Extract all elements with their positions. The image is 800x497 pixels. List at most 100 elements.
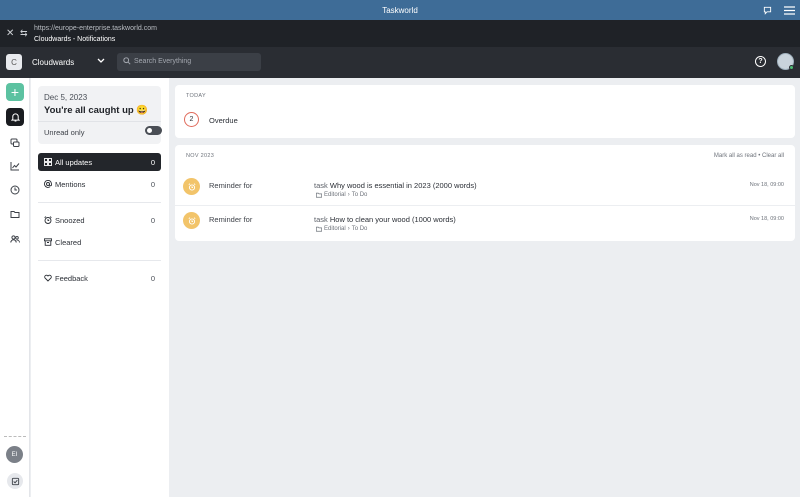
workspace-name[interactable]: Cloudwards — [32, 58, 74, 67]
nav-label: Snoozed — [55, 216, 85, 225]
page-title: Cloudwards - Notifications — [34, 36, 116, 43]
status-message: You're all caught up 😀 — [44, 105, 149, 116]
list-name: To Do — [351, 226, 368, 232]
search-placeholder: Search Everything — [134, 58, 192, 65]
menu-icon[interactable] — [782, 3, 796, 17]
nav-cleared[interactable]: Cleared — [38, 233, 161, 251]
project-name: Editorial — [324, 192, 346, 198]
help-icon[interactable]: ? — [755, 56, 766, 67]
task-path: Editorial › To Do — [316, 226, 367, 232]
nav-count: 0 — [150, 274, 155, 283]
search-input[interactable]: Search Everything — [117, 53, 261, 71]
chevron-right-icon: › — [347, 192, 350, 198]
list-name: To Do — [351, 192, 368, 198]
reminder-avatar — [183, 212, 200, 229]
nav-feedback[interactable]: Feedback 0 — [38, 269, 161, 287]
nav-mentions[interactable]: Mentions 0 — [38, 175, 161, 193]
nav-snoozed[interactable]: Snoozed 0 — [38, 211, 161, 229]
notifications-sidebar: Dec 5, 2023 You're all caught up 😀 Unrea… — [31, 78, 169, 497]
rail-divider — [4, 436, 26, 437]
user-avatar[interactable] — [777, 53, 794, 70]
notifications-button[interactable] — [6, 108, 24, 126]
notification-item[interactable]: Reminder for task How to clean your wood… — [175, 207, 795, 239]
app-header: C Cloudwards Search Everything ? — [0, 47, 800, 78]
left-rail: + EI — [0, 78, 30, 497]
people-button[interactable] — [6, 230, 24, 248]
task-title: How to clean your wood (1000 words) — [329, 215, 456, 224]
folder-icon — [316, 192, 322, 198]
analytics-button[interactable] — [6, 157, 24, 175]
notification-item[interactable]: Reminder for task Why wood is essential … — [175, 173, 795, 205]
workspace-badge[interactable]: C — [6, 54, 22, 70]
notification-type: Reminder for — [209, 181, 253, 190]
checklist-icon — [11, 477, 19, 485]
notification-time: Nov 18, 09:00 — [749, 216, 784, 222]
notification-task[interactable]: task How to clean your wood (1000 words) — [314, 215, 456, 224]
folder-icon — [10, 211, 20, 218]
reminder-avatar — [183, 178, 200, 195]
bell-icon — [10, 113, 20, 122]
chevron-down-icon[interactable] — [96, 55, 106, 67]
chart-line-icon — [10, 162, 20, 171]
overdue-label[interactable]: Overdue — [209, 116, 238, 125]
archive-icon — [44, 238, 52, 246]
url-bar: ✕ ⇆ https://europe-enterprise.taskworld.… — [0, 20, 800, 47]
nav-count: 0 — [150, 216, 155, 225]
chat-icon[interactable] — [760, 3, 774, 17]
mark-read-clear-actions[interactable]: Mark all as read • Clear all — [714, 153, 784, 159]
overdue-count: 2 — [184, 112, 199, 127]
task-path: Editorial › To Do — [316, 192, 367, 198]
unread-only-toggle[interactable] — [145, 126, 162, 135]
project-name: Editorial — [324, 226, 346, 232]
nav-divider — [38, 260, 161, 261]
alarm-clock-icon — [188, 216, 195, 225]
projects-button[interactable] — [6, 205, 24, 223]
window-titlebar: Taskworld — [0, 0, 800, 20]
task-title: Why wood is essential in 2023 (2000 word… — [329, 181, 477, 190]
folder-icon — [316, 226, 322, 232]
nav-label: Mentions — [55, 180, 86, 189]
notification-divider — [175, 205, 795, 206]
toggle-knob — [147, 128, 152, 133]
section-label: NOV 2023 — [186, 153, 215, 159]
at-sign-icon — [44, 180, 52, 188]
alarm-clock-icon — [188, 182, 195, 191]
status-divider — [38, 121, 161, 122]
nav-count: 0 — [150, 158, 155, 167]
task-kind: task — [314, 181, 328, 190]
task-kind: task — [314, 215, 328, 224]
checklist-button[interactable] — [7, 473, 23, 489]
notification-task[interactable]: task Why wood is essential in 2023 (2000… — [314, 181, 477, 190]
nav-label: Feedback — [55, 274, 88, 283]
status-card: Dec 5, 2023 You're all caught up 😀 Unrea… — [38, 86, 162, 144]
close-icon[interactable]: ✕ — [6, 28, 14, 39]
nov-2023-section: NOV 2023 Mark all as read • Clear all Re… — [175, 145, 795, 241]
alarm-clock-icon — [44, 216, 52, 224]
url-text: https://europe-enterprise.taskworld.com — [34, 25, 157, 32]
nav-label: All updates — [55, 158, 93, 167]
today-section: TODAY 2 Overdue — [175, 85, 795, 138]
search-icon — [123, 57, 131, 65]
chat-bubbles-icon — [10, 138, 20, 147]
section-label: TODAY — [186, 93, 206, 99]
online-status-dot — [789, 65, 794, 70]
heart-icon — [44, 274, 52, 282]
add-button[interactable]: + — [6, 83, 24, 101]
messages-button[interactable] — [6, 134, 24, 152]
notification-type: Reminder for — [209, 215, 253, 224]
timesheet-button[interactable] — [6, 181, 24, 199]
nav-divider — [38, 202, 161, 203]
grid-icon — [44, 158, 52, 166]
notification-time: Nov 18, 09:00 — [749, 182, 784, 188]
clock-icon — [10, 185, 20, 195]
nav-label: Cleared — [55, 238, 82, 247]
user-avatar-small[interactable]: EI — [6, 446, 23, 463]
status-date: Dec 5, 2023 — [44, 93, 88, 102]
nav-count: 0 — [150, 180, 155, 189]
unread-only-label: Unread only — [44, 128, 85, 137]
people-icon — [10, 235, 20, 243]
window-title: Taskworld — [382, 6, 418, 15]
swap-icon[interactable]: ⇆ — [20, 28, 28, 39]
nav-all-updates[interactable]: All updates 0 — [38, 153, 161, 171]
chevron-right-icon: › — [347, 226, 350, 232]
